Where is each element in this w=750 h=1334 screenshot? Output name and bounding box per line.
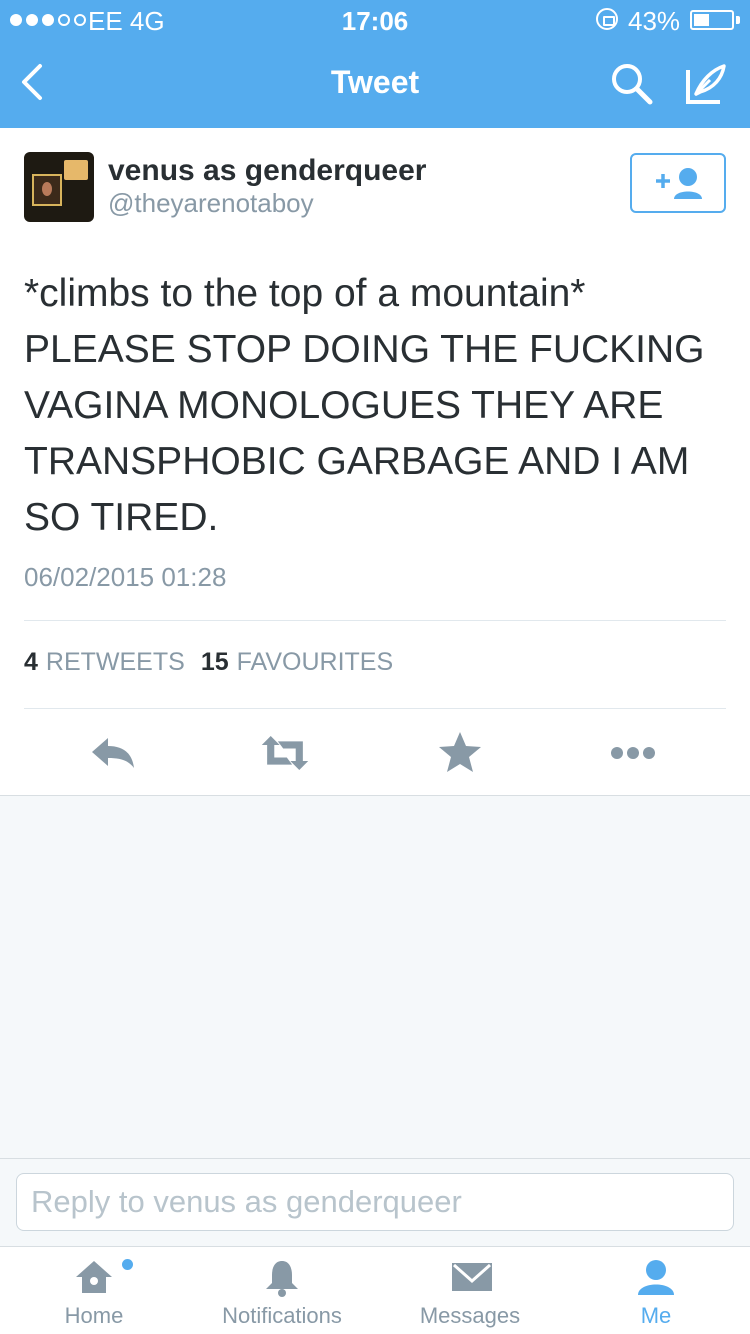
tweet-text: *climbs to the top of a mountain* PLEASE…: [24, 272, 705, 539]
battery-icon: [690, 10, 734, 30]
tab-label: Me: [640, 1303, 672, 1328]
battery-tip: [736, 16, 740, 24]
battery-percentage: 43%: [628, 6, 681, 36]
reply-icon[interactable]: [88, 728, 138, 778]
favourite-star-icon[interactable]: [435, 728, 485, 778]
bell-icon: [266, 1261, 298, 1297]
tab-me[interactable]: Me: [562, 1247, 750, 1334]
tweet-stats: 4 RETWEETS 15 FAVOURITES: [24, 648, 393, 677]
tab-label: Messages: [419, 1303, 521, 1328]
tab-label: Home: [64, 1303, 124, 1328]
tab-bar: Home Notifications Messages Me: [0, 1246, 750, 1334]
compose-icon[interactable]: [682, 60, 730, 108]
avatar[interactable]: [24, 152, 94, 222]
retweets-stat[interactable]: 4 RETWEETS: [24, 648, 185, 677]
divider: [24, 708, 726, 709]
tweet-detail: venus as genderqueer @theyarenotaboy *cl…: [0, 128, 750, 796]
divider: [24, 620, 726, 621]
rotation-lock-icon: [596, 8, 618, 30]
tab-label: Notifications: [222, 1303, 342, 1328]
header-bar: EE 4G 17:06 43% Tweet: [0, 0, 750, 128]
tab-notifications[interactable]: Notifications: [188, 1247, 376, 1334]
home-icon: [76, 1261, 112, 1293]
tweet-timestamp: 06/02/2015 01:28: [24, 562, 227, 592]
notification-dot: [122, 1259, 133, 1270]
user-handle[interactable]: @theyarenotaboy: [108, 188, 314, 219]
display-name[interactable]: venus as genderqueer: [108, 154, 426, 188]
tab-home[interactable]: Home: [0, 1247, 188, 1334]
favourites-label: FAVOURITES: [236, 648, 394, 676]
reply-bar: [0, 1158, 750, 1246]
follow-button[interactable]: [630, 153, 726, 213]
retweet-icon[interactable]: [260, 728, 310, 778]
retweets-label: RETWEETS: [45, 648, 185, 676]
favourites-stat[interactable]: 15 FAVOURITES: [201, 648, 393, 677]
person-icon: [638, 1260, 674, 1295]
favourites-count: 15: [200, 648, 229, 676]
search-icon[interactable]: [608, 60, 656, 108]
tab-messages[interactable]: Messages: [376, 1247, 564, 1334]
more-icon[interactable]: [608, 728, 658, 778]
add-user-icon: [656, 168, 702, 199]
reply-input[interactable]: [16, 1173, 734, 1231]
envelope-icon: [452, 1263, 492, 1291]
retweets-count: 4: [24, 648, 38, 676]
status-bar: EE 4G 17:06 43%: [0, 0, 750, 40]
